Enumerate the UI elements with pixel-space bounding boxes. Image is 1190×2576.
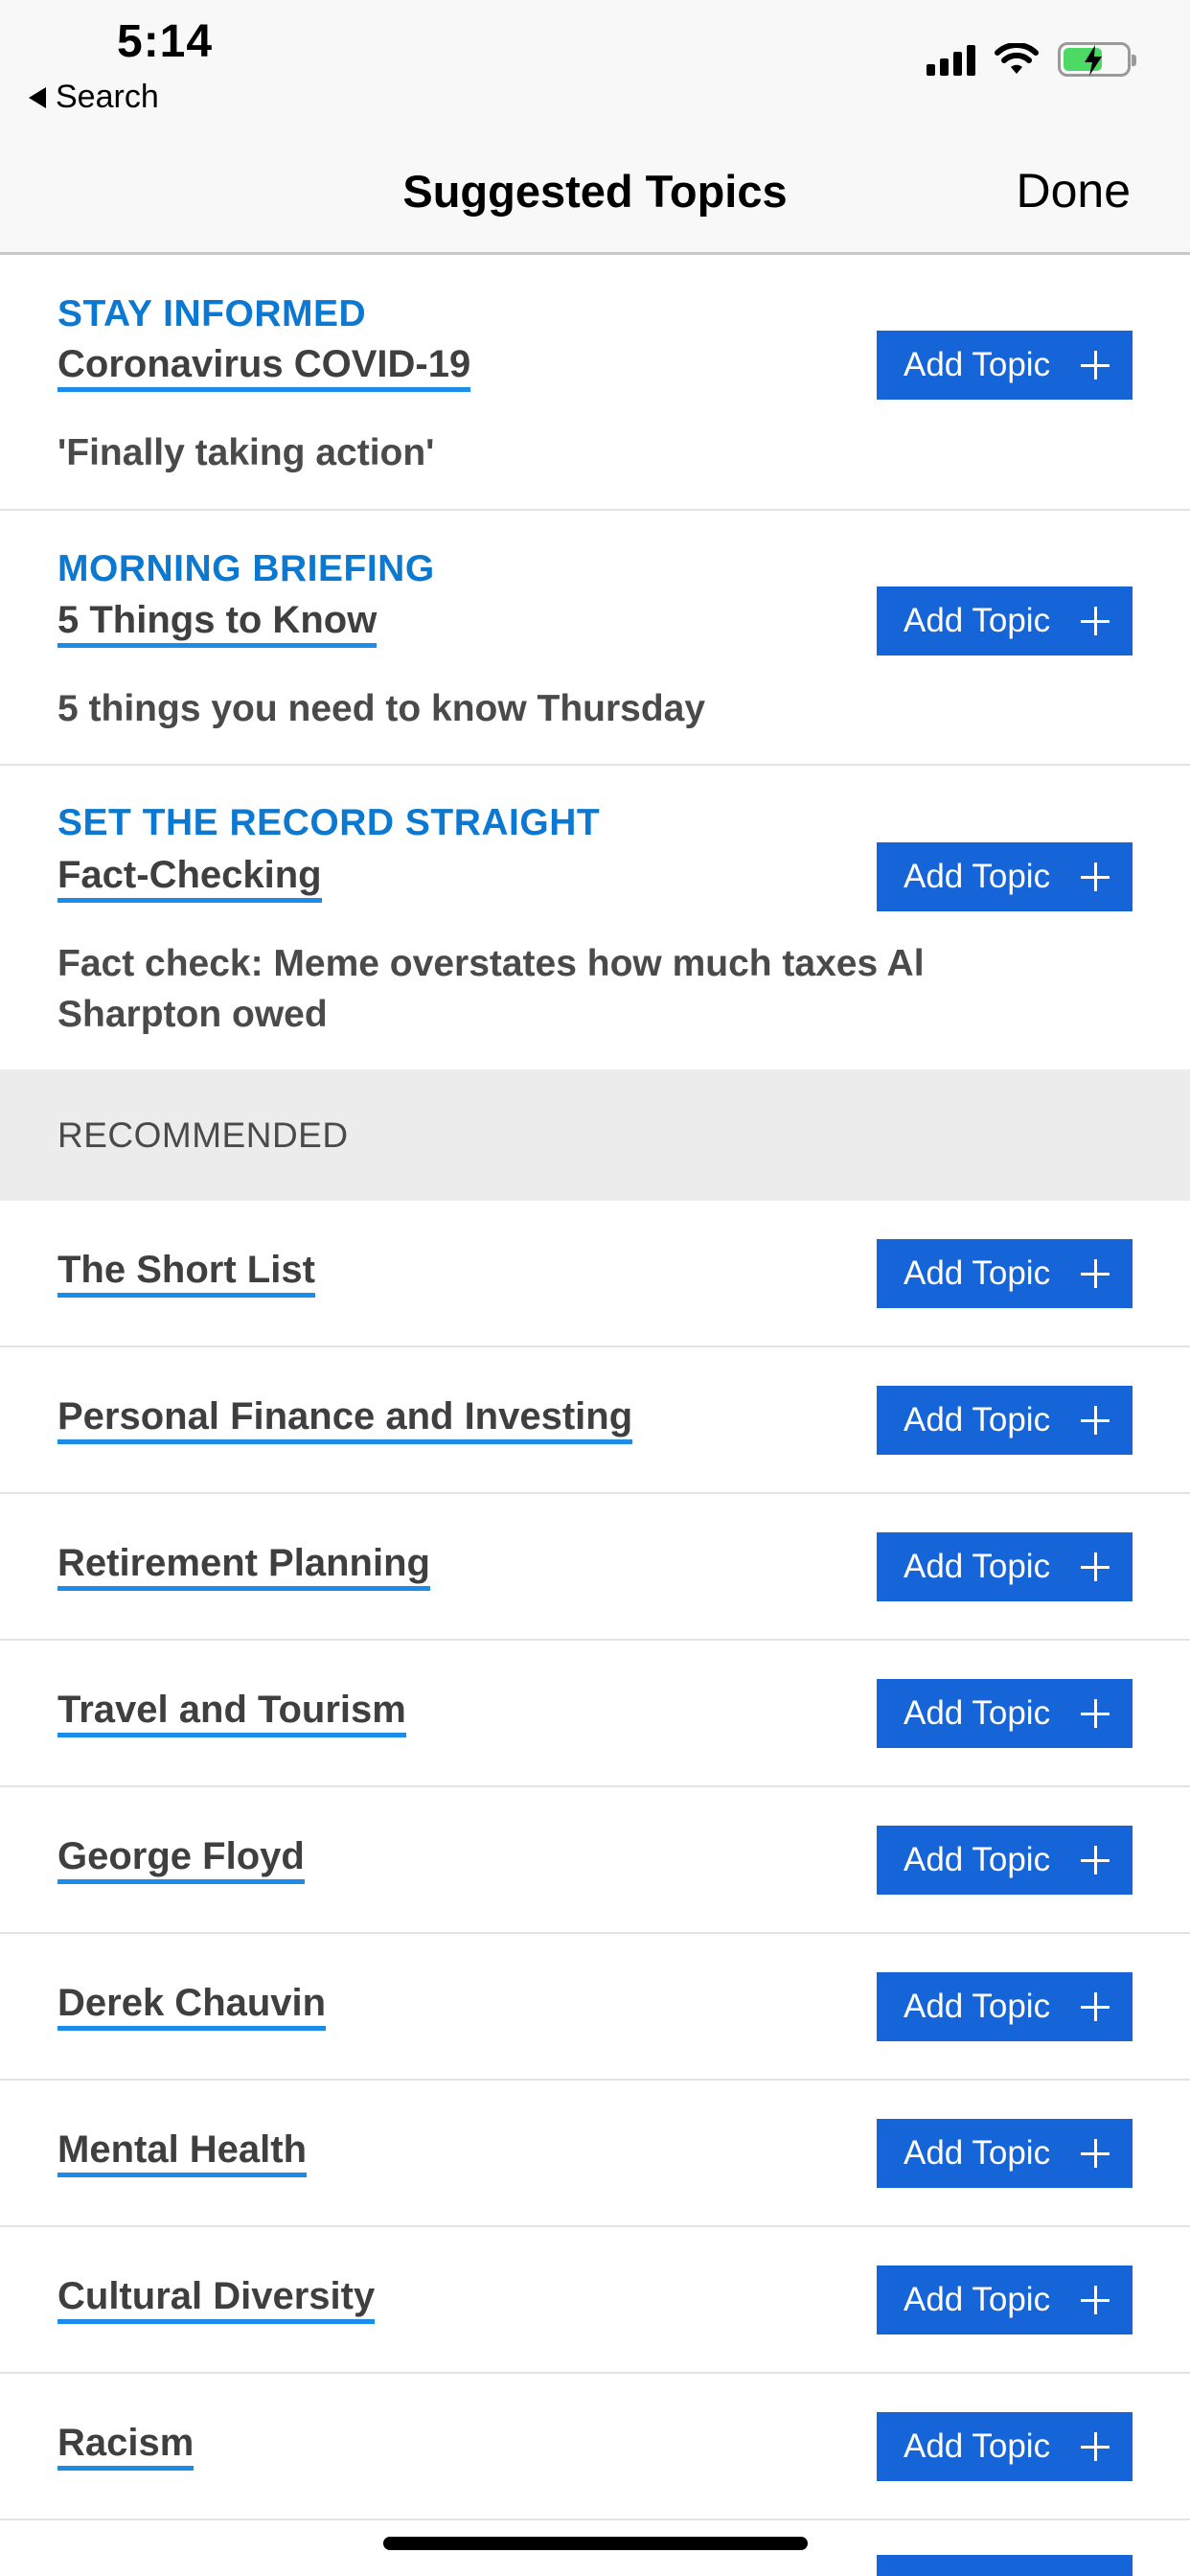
recommended-topic-row: Personal Finance and Investing Add Topic [0,1347,1190,1494]
topic-link[interactable]: The Short List [57,1249,315,1298]
add-topic-button[interactable]: Add Topic [877,2266,1133,2334]
topic-link[interactable]: Coronavirus COVID-19 [57,343,471,392]
add-topic-button[interactable]: Add Topic [877,842,1133,911]
topic-link[interactable]: Personal Finance and Investing [57,1395,633,1444]
navigation-bar: Suggested Topics Done [0,134,1190,255]
topic-link[interactable]: Fact-Checking [57,854,322,903]
add-topic-button[interactable]: Add Topic [877,1239,1133,1308]
add-topic-button[interactable]: Add Topic [877,1532,1133,1601]
topic-headline[interactable]: 'Finally taking action' [57,427,1056,478]
plus-icon [1081,1846,1110,1874]
topic-link[interactable]: Derek Chauvin [57,1982,327,2031]
signal-icon [927,43,975,76]
add-topic-button[interactable]: Add Topic [877,1386,1133,1455]
topic-kicker: SET THE RECORD STRAIGHT [57,802,601,843]
add-topic-label: Add Topic [904,2281,1051,2318]
back-arrow-icon [29,86,46,108]
add-topic-label: Add Topic [904,1694,1051,1732]
add-topic-button-partial[interactable] [877,2555,1133,2576]
recommended-topic-row: Retirement Planning Add Topic [0,1494,1190,1641]
section-header-label: RECOMMENDED [57,1116,349,1155]
back-to-search-button[interactable]: Search [29,79,159,116]
add-topic-label: Add Topic [904,346,1051,383]
topic-kicker: MORNING BRIEFING [57,548,435,589]
recommended-topic-row: Derek Chauvin Add Topic [0,1934,1190,2081]
add-topic-label: Add Topic [904,1841,1051,1878]
recommended-topic-row: George Floyd Add Topic [0,1787,1190,1934]
add-topic-label: Add Topic [904,602,1051,639]
system-icons [927,42,1136,77]
add-topic-button[interactable]: Add Topic [877,1826,1133,1895]
add-topic-label: Add Topic [904,2134,1051,2172]
plus-icon [1081,1992,1110,2021]
suggested-topic-row: STAY INFORMED Coronavirus COVID-19 'Fina… [0,255,1190,511]
suggested-topic-row: SET THE RECORD STRAIGHT Fact-Checking Fa… [0,766,1190,1070]
plus-icon [1081,2139,1110,2168]
plus-icon [1081,351,1110,380]
topic-link[interactable]: Mental Health [57,2128,308,2177]
topic-headline[interactable]: 5 things you need to know Thursday [57,683,1056,734]
plus-icon [1081,862,1110,891]
recommended-topic-row: Racism Add Topic [0,2374,1190,2520]
add-topic-button[interactable]: Add Topic [877,586,1133,656]
topic-headline[interactable]: Fact check: Meme overstates how much tax… [57,938,1056,1040]
add-topic-button[interactable]: Add Topic [877,331,1133,400]
add-topic-label: Add Topic [904,1254,1051,1292]
wifi-icon [995,43,1039,74]
plus-icon [1081,2432,1110,2461]
plus-icon [1081,1406,1110,1435]
add-topic-button[interactable]: Add Topic [877,2119,1133,2188]
add-topic-button[interactable]: Add Topic [877,1972,1133,2041]
recommended-topic-row: Mental Health Add Topic [0,2081,1190,2227]
plus-icon [1081,1552,1110,1581]
add-topic-label: Add Topic [904,858,1051,895]
add-topic-button[interactable]: Add Topic [877,2412,1133,2481]
suggested-topic-row: MORNING BRIEFING 5 Things to Know 5 thin… [0,511,1190,766]
battery-charging-icon [1058,42,1136,77]
topic-link[interactable]: Travel and Tourism [57,1689,406,1737]
add-topic-label: Add Topic [904,2427,1051,2465]
add-topic-label: Add Topic [904,1548,1051,1585]
topic-link[interactable]: George Floyd [57,1835,305,1884]
status-bar: 5:14 Search [0,0,1190,134]
back-search-label: Search [56,79,159,115]
topic-link[interactable]: 5 Things to Know [57,599,378,648]
done-button[interactable]: Done [1016,163,1131,218]
topic-kicker: STAY INFORMED [57,293,367,334]
status-time: 5:14 [117,16,214,67]
topic-link[interactable]: Cultural Diversity [57,2275,376,2324]
plus-icon [1081,2286,1110,2314]
recommended-section-header: RECOMMENDED [0,1070,1190,1201]
plus-icon [1081,1699,1110,1728]
recommended-topic-row: Travel and Tourism Add Topic [0,1641,1190,1787]
add-topic-button[interactable]: Add Topic [877,1679,1133,1748]
add-topic-label: Add Topic [904,1988,1051,2025]
page-title: Suggested Topics [402,166,788,217]
topic-link[interactable]: Racism [57,2422,195,2471]
add-topic-label: Add Topic [904,1401,1051,1438]
plus-icon [1081,1259,1110,1288]
home-indicator[interactable] [383,2537,808,2550]
recommended-topic-row: Cultural Diversity Add Topic [0,2227,1190,2374]
recommended-topic-row: The Short List Add Topic [0,1201,1190,1347]
topic-link[interactable]: Retirement Planning [57,1542,430,1591]
plus-icon [1081,607,1110,635]
